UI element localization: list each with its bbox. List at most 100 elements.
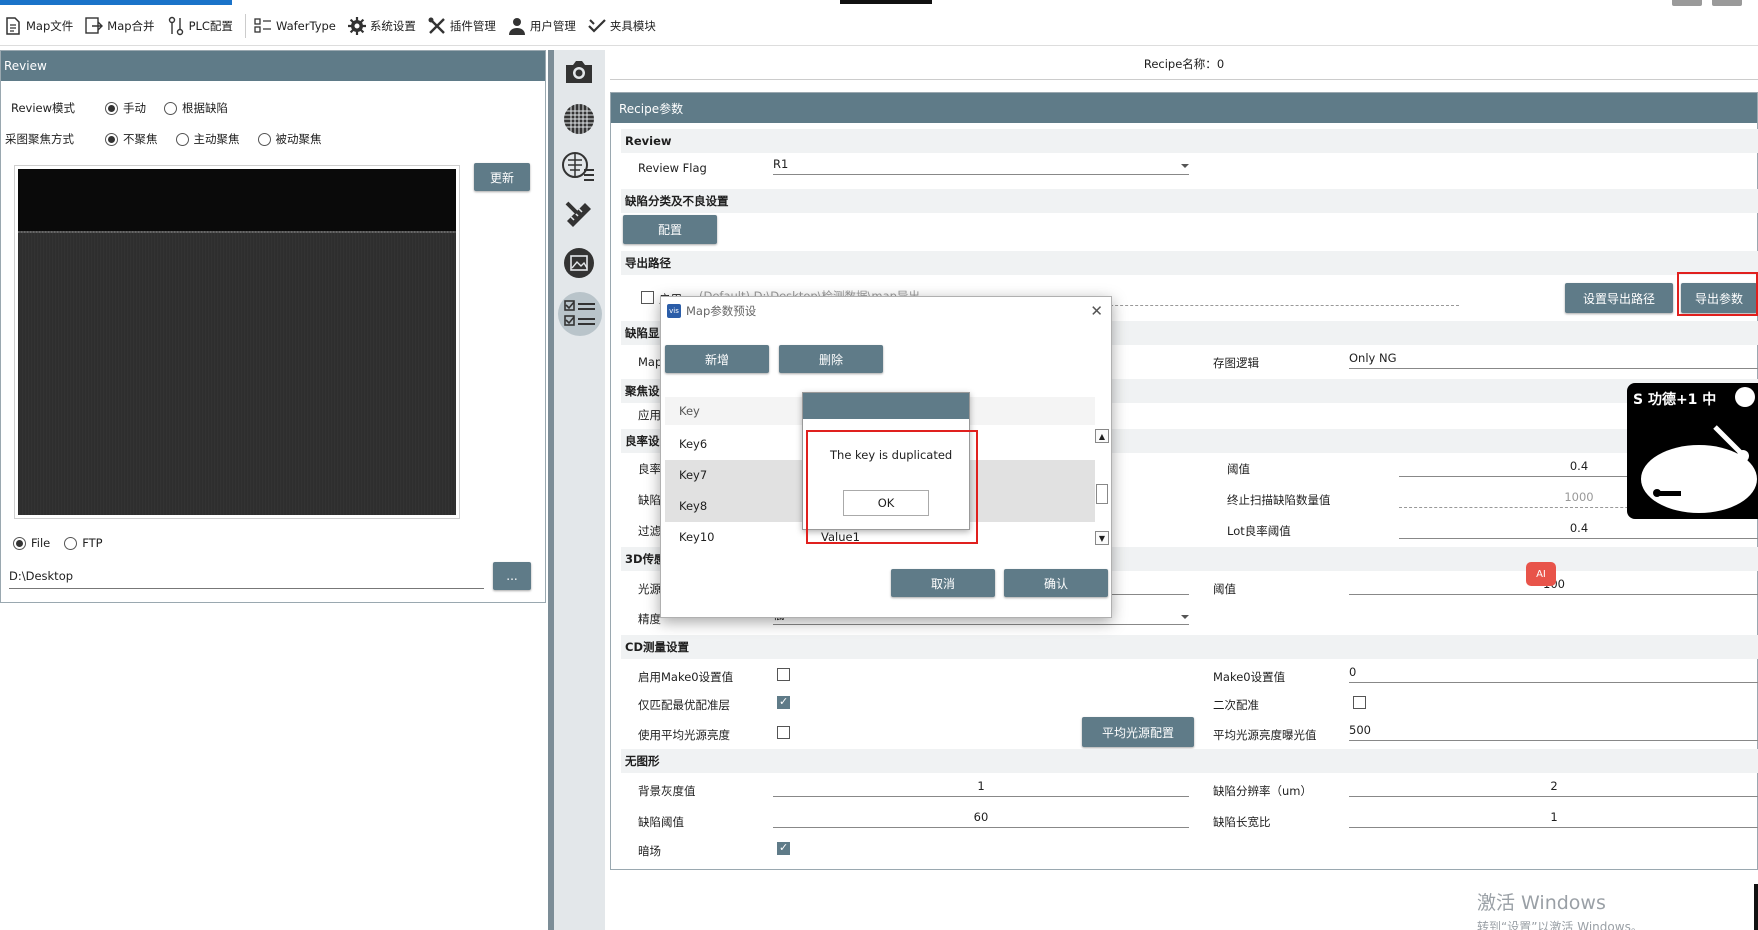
- source-ftp-radio[interactable]: [64, 536, 78, 550]
- confirm-button[interactable]: 确认: [1004, 569, 1108, 597]
- toolbar-map-file[interactable]: Map文件: [0, 11, 81, 41]
- section-defect-classification: 缺陷分类及不良设置: [621, 189, 1758, 213]
- sticker-overlay: S 功德+1 中: [1627, 383, 1758, 519]
- defect-thresh-input[interactable]: 60: [773, 810, 1189, 828]
- fixture-icon: [588, 18, 606, 33]
- toolbar-system-settings[interactable]: 系统设置: [344, 11, 424, 41]
- toolbar-map-merge[interactable]: Map合并: [81, 11, 162, 41]
- review-mode-manual-label: 手动: [123, 101, 146, 115]
- defect-thresh-label: 缺陷阈值: [638, 815, 684, 829]
- recipe-panel-title: Recipe参数: [611, 93, 1757, 123]
- save-logic-select[interactable]: Only NG: [1349, 351, 1758, 369]
- review-mode-manual-radio[interactable]: [105, 101, 118, 115]
- delete-button[interactable]: 删除: [779, 345, 883, 373]
- user-icon: [508, 17, 525, 35]
- close-icon[interactable]: ✕: [1090, 302, 1103, 320]
- rail-wafer-map[interactable]: [560, 100, 598, 138]
- source-file-label: File: [31, 536, 51, 550]
- filter-label: 过滤: [638, 524, 661, 538]
- defect-res-input[interactable]: 2: [1349, 779, 1758, 797]
- add-button[interactable]: 新增: [665, 345, 769, 373]
- path-input[interactable]: D:\Desktop: [9, 569, 484, 589]
- windows-activation-watermark: 激活 Windows 转到“设置”以激活 Windows。: [1477, 888, 1643, 930]
- review-flag-select[interactable]: R1: [773, 157, 1189, 175]
- toolbar-label: PLC配置: [188, 18, 233, 33]
- make0-input[interactable]: 0: [1349, 665, 1758, 683]
- toolbar-fixture-module[interactable]: 夹具模块: [584, 11, 664, 41]
- checklist-icon: [564, 300, 595, 326]
- wafer-grid-icon: [564, 104, 594, 134]
- wafer-list-icon: [562, 152, 594, 181]
- camera-icon: [566, 61, 592, 83]
- yield-label: 良率: [638, 462, 661, 476]
- title-marker: [840, 0, 932, 4]
- config-button[interactable]: 配置: [623, 215, 717, 244]
- focus-passive-radio[interactable]: [257, 132, 271, 146]
- toolbar-separator: [244, 13, 246, 38]
- darkfield-checkbox[interactable]: [777, 841, 790, 855]
- toolbar-plugin-manager[interactable]: 插件管理: [424, 11, 504, 41]
- chevron-down-icon: [1181, 164, 1189, 168]
- review-mode-label: Review模式: [11, 101, 76, 115]
- messagebox-header: [803, 393, 969, 419]
- source-file-radio[interactable]: [13, 536, 26, 550]
- rail-checklist[interactable]: [558, 292, 602, 336]
- second-align-checkbox[interactable]: [1353, 696, 1366, 709]
- stop-scan-label: 终止扫描缺陷数量值: [1227, 493, 1331, 507]
- scroll-thumb[interactable]: [1096, 484, 1108, 504]
- recipe-name-bar: Recipe名称：0: [610, 50, 1758, 80]
- rail-measure[interactable]: [560, 196, 598, 234]
- review-mode-defect-radio[interactable]: [164, 101, 177, 115]
- enable-make0-checkbox[interactable]: [777, 668, 790, 681]
- woodfish-icon: [1641, 387, 1757, 513]
- grid-scrollbar[interactable]: ▲ ▼: [1095, 429, 1109, 545]
- rail-image[interactable]: [560, 244, 598, 282]
- review-image-frame: [14, 165, 460, 519]
- focus-none-radio[interactable]: [105, 132, 118, 146]
- grid-key: Key8: [679, 499, 708, 513]
- review-flag-label: Review Flag: [638, 161, 707, 175]
- light-label: 光源: [638, 582, 661, 596]
- image-icon: [564, 248, 594, 278]
- lot-yield-input[interactable]: 0.4: [1399, 521, 1758, 539]
- avg-light-checkbox[interactable]: [777, 726, 790, 739]
- toolbar-wafertype[interactable]: WaferType: [250, 11, 344, 41]
- title-progress: [0, 0, 232, 5]
- avg-exposure-input[interactable]: 500: [1349, 723, 1758, 741]
- make0-label: Make0设置值: [1213, 670, 1286, 684]
- main-toolbar: Map文件 Map合并 PLC配置 WaferType 系统设置 插件管理 用户…: [0, 6, 1758, 46]
- review-image: [18, 169, 456, 515]
- bg-gray-input[interactable]: 1: [773, 779, 1189, 797]
- refresh-button[interactable]: 更新: [474, 163, 530, 191]
- focus-passive-label: 被动聚焦: [275, 132, 322, 146]
- rail-camera[interactable]: [560, 53, 598, 91]
- enable-make0-label: 启用Make0设置值: [638, 670, 734, 684]
- toolbar-label: 夹具模块: [609, 18, 656, 33]
- scroll-down-icon[interactable]: ▼: [1095, 531, 1109, 545]
- ai-assistant-button[interactable]: AI: [1526, 562, 1556, 586]
- avg-light-config-button[interactable]: 平均光源配置: [1082, 717, 1194, 747]
- focus-active-radio[interactable]: [175, 132, 189, 146]
- dialog-titlebar: vis Map参数预设: [661, 297, 1111, 325]
- focus-none-label: 不聚焦: [123, 132, 158, 146]
- edge-mark: [1754, 884, 1758, 930]
- gear-icon: [347, 16, 366, 35]
- cancel-button[interactable]: 取消: [891, 569, 995, 597]
- defect-aspect-label: 缺陷长宽比: [1213, 815, 1271, 829]
- grid-key: Key10: [679, 530, 715, 544]
- best-match-checkbox[interactable]: [777, 695, 790, 709]
- export-enable-checkbox[interactable]: [641, 291, 654, 304]
- browse-button[interactable]: ...: [493, 562, 531, 590]
- defect-aspect-input[interactable]: 1: [1349, 810, 1758, 828]
- file-icon: [6, 16, 20, 35]
- precision-label: 精度: [638, 612, 661, 626]
- grid-key: Key7: [679, 468, 708, 482]
- scroll-up-icon[interactable]: ▲: [1095, 429, 1109, 443]
- ruler-pencil-icon: [565, 201, 591, 227]
- toolbar-label: Map文件: [26, 18, 74, 33]
- rail-wafer-list[interactable]: [560, 147, 598, 185]
- toolbar-user-manager[interactable]: 用户管理: [504, 11, 584, 41]
- merge-icon: [85, 16, 104, 34]
- set-export-path-button[interactable]: 设置导出路径: [1565, 283, 1673, 313]
- toolbar-plc-config[interactable]: PLC配置: [163, 11, 241, 41]
